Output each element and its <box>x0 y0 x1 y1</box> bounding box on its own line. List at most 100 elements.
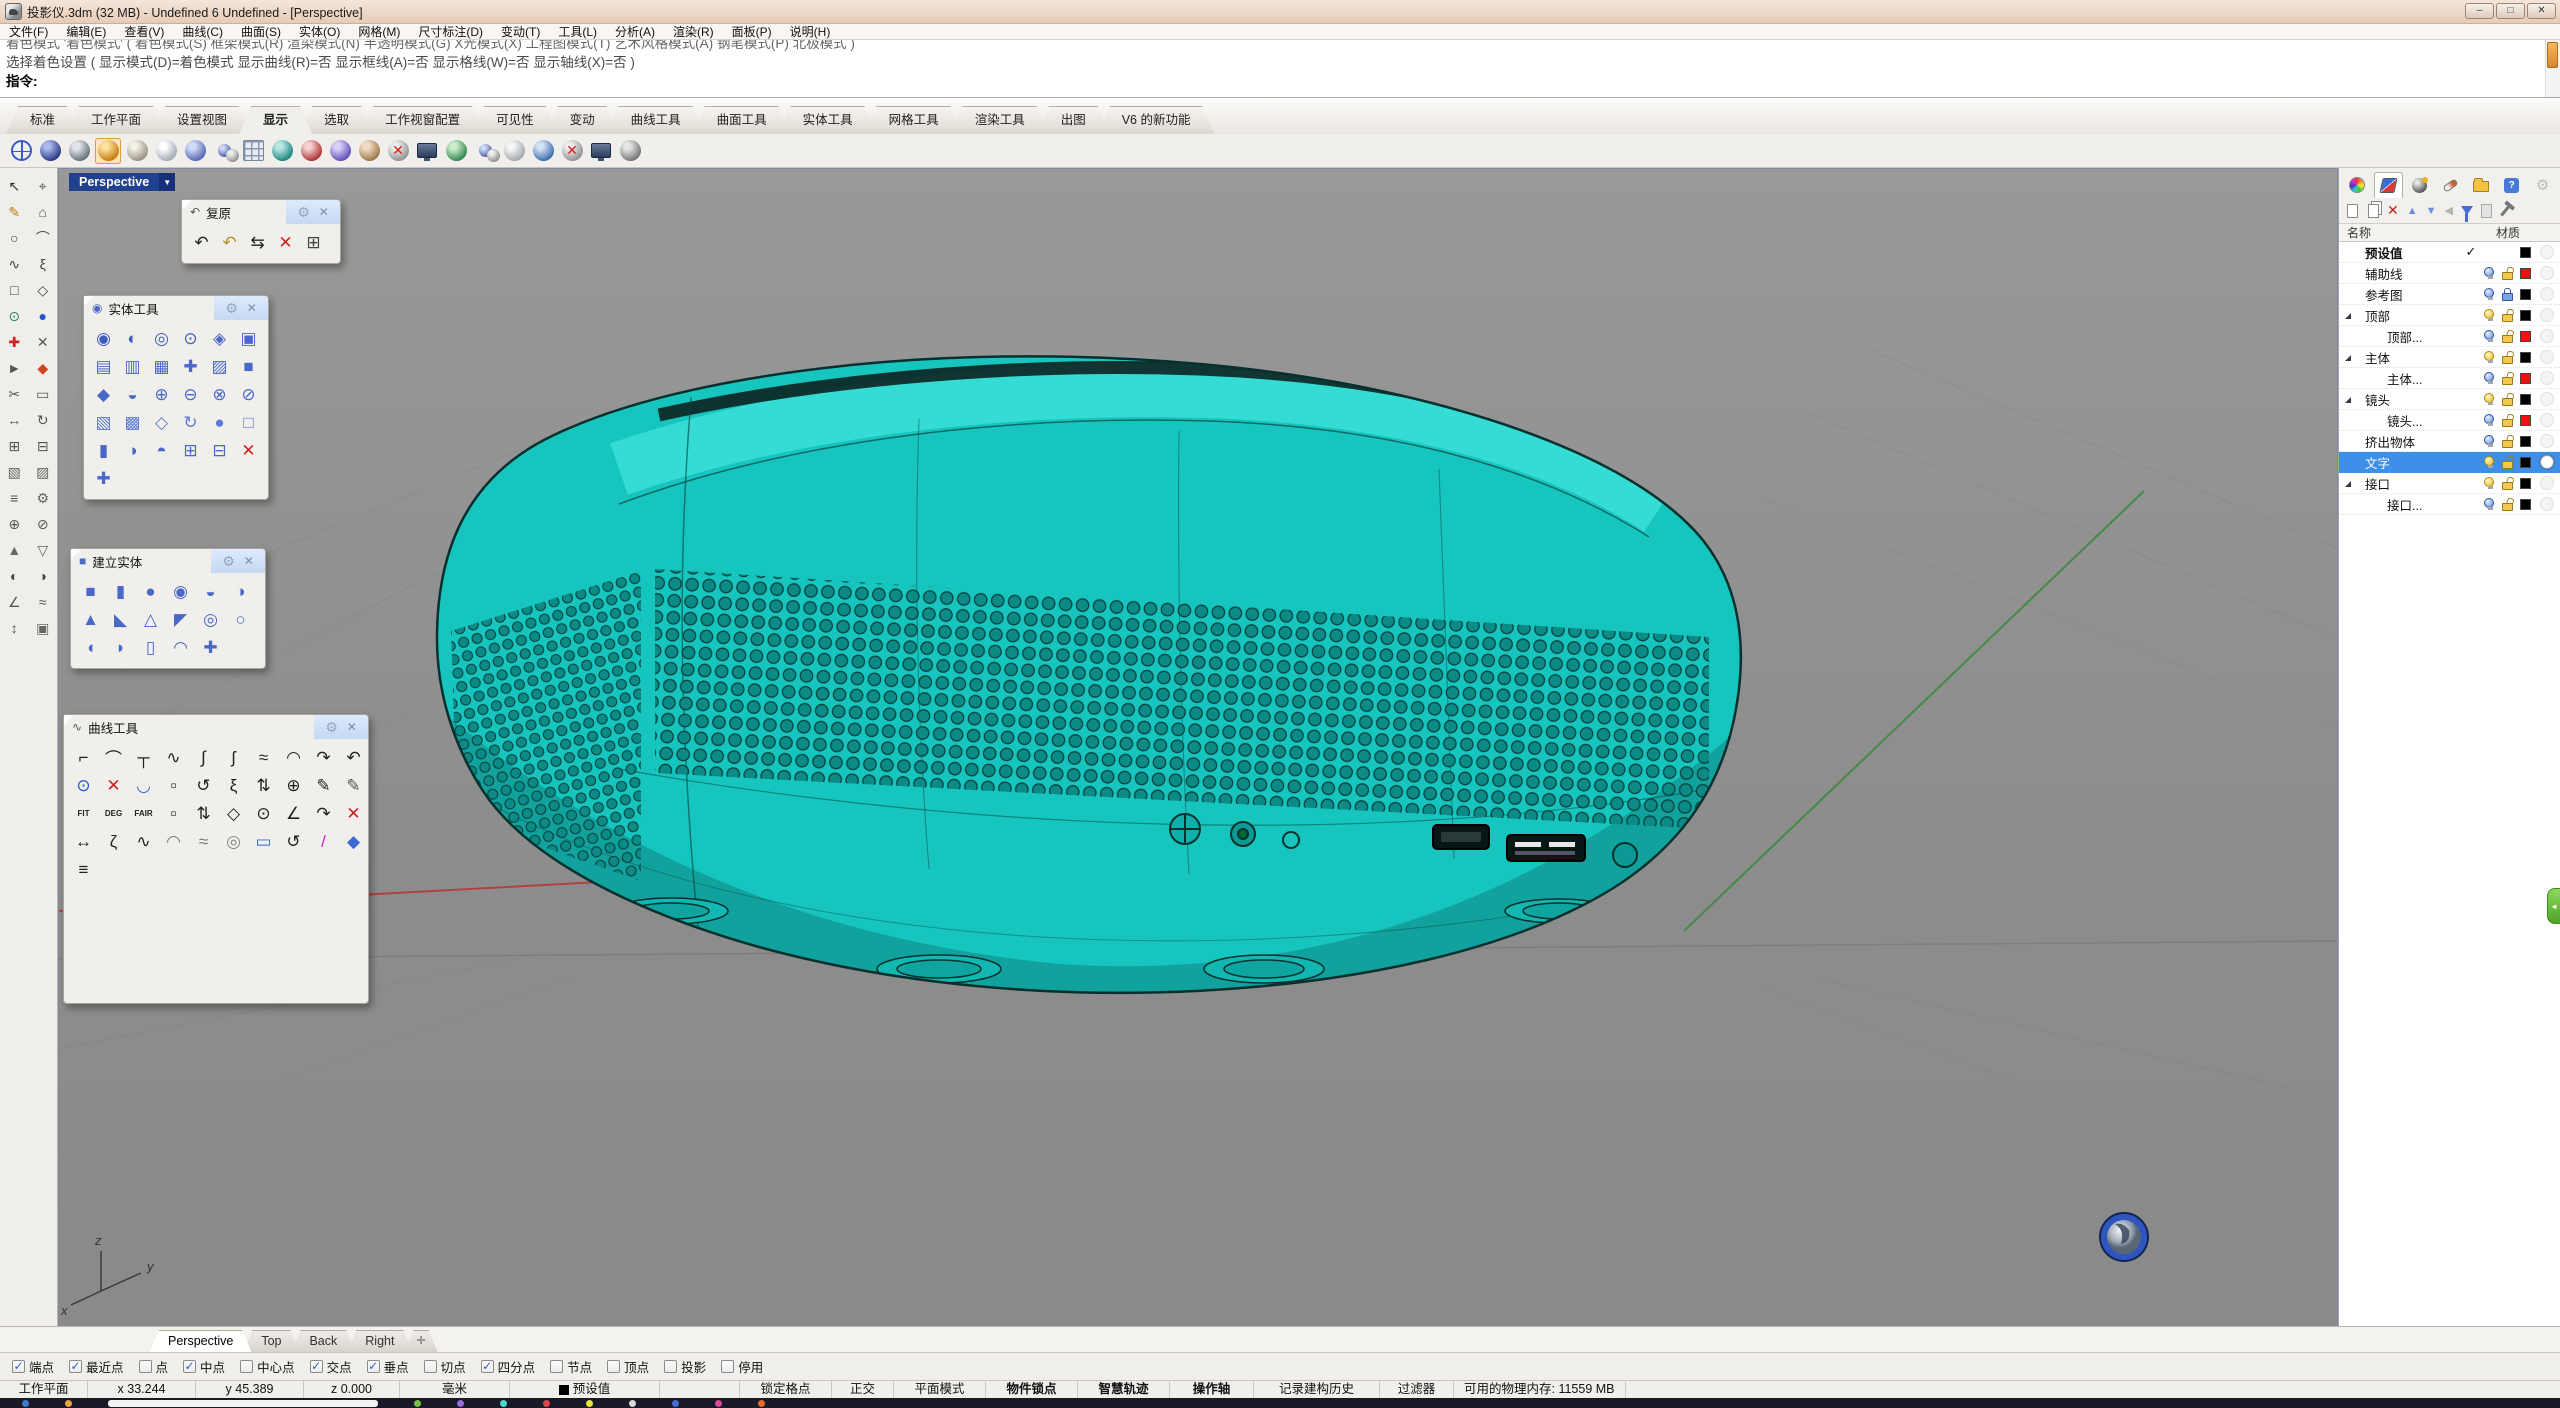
layer-material-circle[interactable] <box>2540 413 2554 427</box>
create-solid-palette[interactable]: ■ 建立实体 ⚙ ✕ ■▮●◉◒◑▲◣△◤◎○◖◗▯◠✚ <box>70 548 266 669</box>
display-mode-icon[interactable] <box>472 138 498 164</box>
curve-tool-icon[interactable]: / <box>310 828 337 855</box>
layer-visibility-bulb-icon[interactable] <box>2484 477 2494 487</box>
curve-tool-icon[interactable]: ◎ <box>220 828 247 855</box>
layer-settings-icon[interactable] <box>2481 204 2492 218</box>
layer-name[interactable]: 辅助线 <box>2339 264 2462 283</box>
osnap-toggle[interactable]: 顶点 <box>607 1357 649 1376</box>
layer-material-circle[interactable] <box>2540 392 2554 406</box>
layer-row[interactable]: 参考图 <box>2339 284 2560 305</box>
create-solid-tool-icon[interactable]: ◉ <box>167 578 194 605</box>
taskbar-icon[interactable] <box>457 1400 464 1407</box>
menu-item[interactable]: 查看(V) <box>115 24 173 40</box>
solid-tool-icon[interactable]: ✚ <box>177 353 204 380</box>
curve-tool-icon[interactable]: ✕ <box>340 800 367 827</box>
curve-tool-icon[interactable]: ✎ <box>310 772 337 799</box>
tab-help[interactable]: ? <box>2497 172 2526 198</box>
create-solid-tool-icon[interactable]: ◤ <box>167 606 194 633</box>
sidebar-tool-icon[interactable]: ▲ <box>0 538 29 562</box>
curve-tool-icon[interactable]: ⊙ <box>70 772 97 799</box>
layer-row[interactable]: 主体... <box>2339 368 2560 389</box>
sidebar-tool-icon[interactable]: ● <box>29 304 58 328</box>
undo-palette[interactable]: ↶ 复原 ⚙ ✕ ↶↶⇆✕⊞ <box>181 199 341 264</box>
toolbar-tab[interactable]: 工作视窗配置 <box>361 106 484 134</box>
layer-lock-icon[interactable] <box>2502 293 2513 301</box>
curve-tool-icon[interactable]: ✎ <box>340 772 367 799</box>
curve-tools-palette[interactable]: ∿ 曲线工具 ⚙ ✕ ⌐⌒┬∿∫ʃ≈◠↷↶⊙✕◡▫↺ξ⇅⊕✎✎FITDEGFAI… <box>63 714 369 1004</box>
unindent-layer-icon[interactable]: ◀ <box>2445 204 2453 217</box>
sidebar-tool-icon[interactable]: ξ <box>29 252 58 276</box>
sidebar-tool-icon[interactable]: ∿ <box>0 252 29 276</box>
osnap-checkbox[interactable] <box>240 1360 253 1373</box>
display-mode-icon[interactable] <box>37 138 63 164</box>
display-mode-icon[interactable] <box>530 138 556 164</box>
solid-tool-icon[interactable]: ▦ <box>148 353 175 380</box>
solid-tool-icon[interactable]: ■ <box>235 353 262 380</box>
layer-row[interactable]: 镜头... <box>2339 410 2560 431</box>
taskbar-icon[interactable] <box>500 1400 507 1407</box>
sidebar-tool-icon[interactable]: ✂ <box>0 382 29 406</box>
layer-color-swatch[interactable] <box>2520 289 2531 300</box>
taskbar-icon[interactable] <box>65 1400 72 1407</box>
column-material[interactable]: 材质 <box>2496 224 2560 241</box>
solid-tools-palette[interactable]: ◉ 实体工具 ⚙ ✕ ◉◐◎⊙◈▣▤▥▦✚▨■◆◒⊕⊖⊗⊘▧▩◇↻●□▮◑◓⊞⊟… <box>83 295 269 500</box>
display-mode-icon[interactable] <box>356 138 382 164</box>
status-cell[interactable]: 锁定格点 <box>740 1381 832 1398</box>
osnap-toggle[interactable]: 投影 <box>664 1357 706 1376</box>
sidebar-tool-icon[interactable]: ▨ <box>29 460 58 484</box>
create-solid-tool-icon[interactable]: ○ <box>227 606 254 633</box>
solid-tool-icon[interactable]: ◑ <box>119 437 146 464</box>
display-mode-icon[interactable] <box>124 138 150 164</box>
curve-tool-icon[interactable]: FIT <box>70 800 97 827</box>
create-solid-tool-icon[interactable]: ◣ <box>107 606 134 633</box>
layer-visibility-bulb-icon[interactable] <box>2484 456 2494 466</box>
taskbar-icon[interactable] <box>758 1400 765 1407</box>
layer-lock-icon[interactable] <box>2502 272 2513 280</box>
layer-material-circle[interactable] <box>2540 371 2554 385</box>
curve-tool-icon[interactable]: ∿ <box>130 828 157 855</box>
osnap-toggle[interactable]: 交点 <box>310 1357 352 1376</box>
layer-material-circle[interactable] <box>2540 308 2554 322</box>
layer-lock-icon[interactable] <box>2502 314 2513 322</box>
layer-visibility-bulb-icon[interactable] <box>2484 393 2494 403</box>
close-button[interactable]: ✕ <box>2527 3 2556 19</box>
curve-tool-icon[interactable]: ◡ <box>130 772 157 799</box>
delete-layer-icon[interactable]: ✕ <box>2387 202 2399 219</box>
solid-tool-icon[interactable]: ⊗ <box>206 381 233 408</box>
solid-tool-icon[interactable]: ◉ <box>90 325 117 352</box>
display-mode-icon[interactable] <box>240 138 266 164</box>
curve-tool-icon[interactable]: ↷ <box>310 800 337 827</box>
close-icon[interactable]: ✕ <box>319 205 329 219</box>
column-name[interactable]: 名称 <box>2339 224 2371 241</box>
display-mode-icon[interactable] <box>66 138 92 164</box>
layer-visibility-bulb-icon[interactable] <box>2484 288 2494 298</box>
layer-material-circle[interactable] <box>2540 287 2554 301</box>
display-mode-icon[interactable] <box>182 138 208 164</box>
toolbar-tab[interactable]: 曲面工具 <box>693 106 791 134</box>
status-cell[interactable]: 工作平面 <box>0 1381 88 1398</box>
solid-tool-icon[interactable]: ▩ <box>119 409 146 436</box>
solid-tool-icon[interactable]: ◎ <box>148 325 175 352</box>
curve-tool-icon[interactable]: ▫ <box>160 772 187 799</box>
move-layer-down-icon[interactable]: ▼ <box>2426 205 2437 217</box>
osnap-checkbox[interactable] <box>139 1360 152 1373</box>
layer-material-circle[interactable] <box>2540 476 2554 490</box>
status-cell[interactable]: 正交 <box>832 1381 894 1398</box>
taskbar-icon[interactable] <box>414 1400 421 1407</box>
osnap-toggle[interactable]: 点 <box>139 1357 169 1376</box>
curve-tool-icon[interactable]: ↺ <box>190 772 217 799</box>
solid-tool-icon[interactable]: ⊙ <box>177 325 204 352</box>
create-solid-tool-icon[interactable]: △ <box>137 606 164 633</box>
layer-name[interactable]: 顶部 <box>2339 306 2462 325</box>
display-mode-icon[interactable] <box>327 138 353 164</box>
status-cell[interactable] <box>660 1381 740 1398</box>
undo-tool-icon[interactable]: ⊞ <box>300 229 327 256</box>
status-cell[interactable]: 预设值 <box>510 1381 660 1398</box>
viewport-tab[interactable]: Perspective <box>150 1330 251 1352</box>
menu-item[interactable]: 说明(H) <box>781 24 840 40</box>
sidebar-tool-icon[interactable]: ◐ <box>0 564 29 588</box>
curve-tool-icon[interactable]: ↷ <box>310 744 337 771</box>
sidebar-tool-icon[interactable]: ◇ <box>29 278 58 302</box>
status-cell[interactable]: y 45.389 <box>196 1381 304 1398</box>
sidebar-tool-icon[interactable]: ≡ <box>0 486 29 510</box>
